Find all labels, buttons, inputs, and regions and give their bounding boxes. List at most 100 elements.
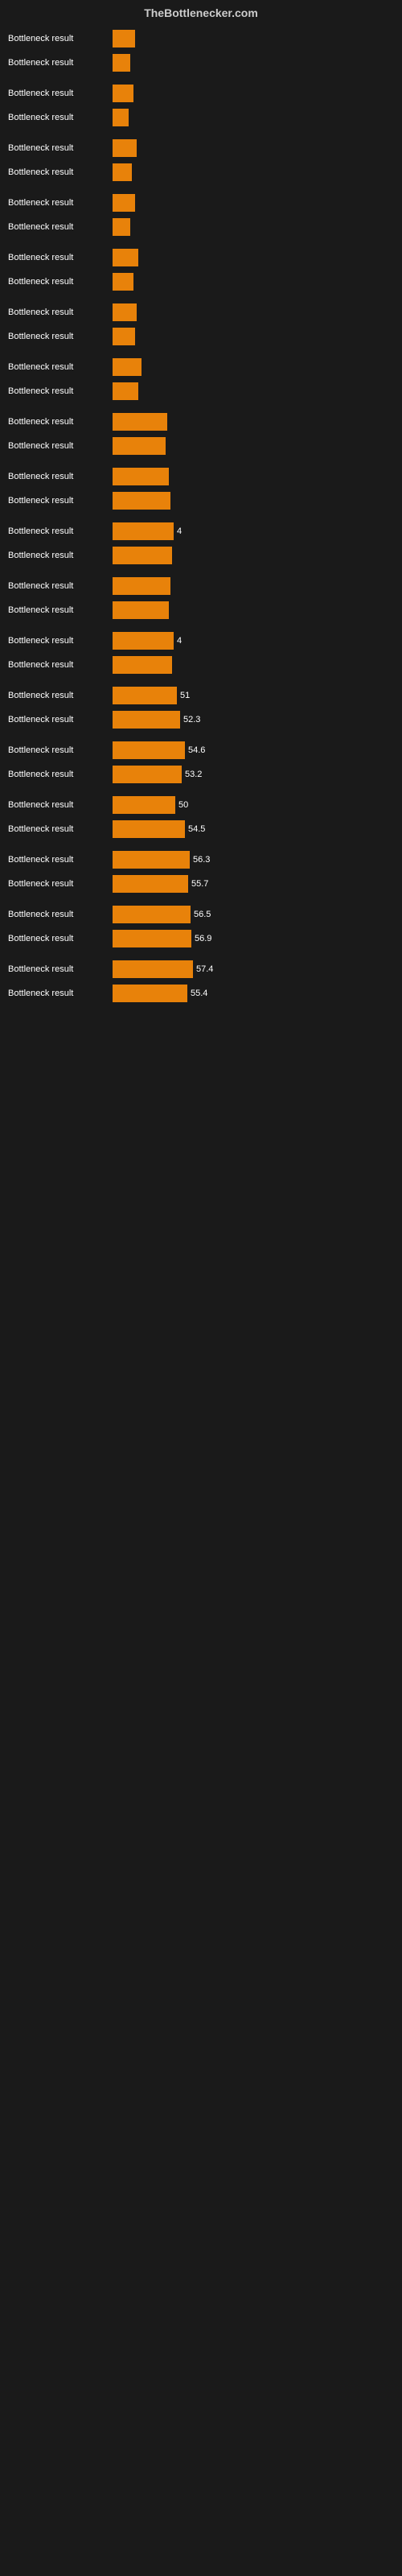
bar-row: Bottleneck result: [8, 411, 394, 433]
bar-fill: [113, 163, 132, 181]
bar-row: Bottleneck result4: [8, 630, 394, 652]
bar-fill: [113, 303, 137, 321]
bar-wrap: [113, 163, 394, 181]
bar-wrap: 56.3: [113, 851, 394, 869]
bar-wrap: [113, 547, 394, 564]
bar-row: Bottleneck result56.9: [8, 927, 394, 950]
bar-fill: [113, 328, 135, 345]
bar-row: Bottleneck result: [8, 356, 394, 378]
spacer: [8, 568, 394, 575]
page-wrapper: TheBottlenecker.com Bottleneck resultBot…: [0, 0, 402, 1018]
bar-fill: [113, 656, 172, 674]
bar-wrap: 55.4: [113, 985, 394, 1002]
bar-label: Bottleneck result: [8, 989, 113, 998]
bar-wrap: [113, 303, 394, 321]
bar-label: Bottleneck result: [8, 253, 113, 262]
bar-label: Bottleneck result: [8, 222, 113, 232]
spacer: [8, 952, 394, 958]
bar-label: Bottleneck result: [8, 770, 113, 779]
spacer: [8, 514, 394, 520]
bar-wrap: [113, 577, 394, 595]
spacer: [8, 240, 394, 246]
bar-label: Bottleneck result: [8, 308, 113, 317]
bar-label: Bottleneck result: [8, 386, 113, 396]
bar-wrap: [113, 468, 394, 485]
spacer: [8, 623, 394, 630]
bar-fill: [113, 468, 169, 485]
bar-wrap: [113, 249, 394, 266]
bar-wrap: [113, 601, 394, 619]
bar-wrap: [113, 139, 394, 157]
bar-fill: [113, 796, 175, 814]
bar-fill: [113, 820, 185, 838]
bar-fill: [113, 741, 185, 759]
bar-value: 56.3: [193, 855, 210, 865]
bar-fill: [113, 577, 170, 595]
bar-fill: [113, 358, 142, 376]
bar-label: Bottleneck result: [8, 417, 113, 427]
bar-fill: [113, 85, 133, 102]
bar-wrap: [113, 413, 394, 431]
bar-label: Bottleneck result: [8, 691, 113, 700]
bar-value: 57.4: [196, 964, 213, 974]
spacer: [8, 404, 394, 411]
bar-label: Bottleneck result: [8, 636, 113, 646]
bar-wrap: 54.5: [113, 820, 394, 838]
bar-fill: [113, 30, 135, 47]
spacer: [8, 1006, 394, 1013]
bar-wrap: 55.7: [113, 875, 394, 893]
bar-row: Bottleneck result: [8, 435, 394, 457]
bar-row: Bottleneck result: [8, 270, 394, 293]
bar-row: Bottleneck result: [8, 216, 394, 238]
bar-label: Bottleneck result: [8, 964, 113, 974]
spacer: [8, 733, 394, 739]
bar-fill: [113, 54, 130, 72]
spacer: [8, 787, 394, 794]
bar-label: Bottleneck result: [8, 167, 113, 177]
bar-row: Bottleneck result56.3: [8, 848, 394, 871]
bar-wrap: 57.4: [113, 960, 394, 978]
bar-wrap: 4: [113, 522, 394, 540]
bar-fill: [113, 632, 174, 650]
bar-wrap: [113, 85, 394, 102]
bar-row: Bottleneck result 57.4: [8, 958, 394, 980]
bar-label: Bottleneck result: [8, 824, 113, 834]
bar-wrap: [113, 656, 394, 674]
bar-fill: [113, 413, 167, 431]
bar-fill: [113, 906, 191, 923]
bar-value: 52.3: [183, 715, 200, 724]
bar-row: Bottleneck result: [8, 52, 394, 74]
bar-value: 54.5: [188, 824, 205, 834]
bar-label: Bottleneck result: [8, 58, 113, 68]
spacer: [8, 678, 394, 684]
spacer: [8, 295, 394, 301]
bar-wrap: 53.2: [113, 766, 394, 783]
bar-value: 53.2: [185, 770, 202, 779]
bar-wrap: [113, 218, 394, 236]
bar-label: Bottleneck result: [8, 89, 113, 98]
bar-value: 4: [177, 526, 182, 536]
bar-wrap: 51: [113, 687, 394, 704]
bar-label: Bottleneck result: [8, 34, 113, 43]
bar-fill: [113, 875, 188, 893]
bar-row: Bottleneck result: [8, 654, 394, 676]
bar-fill: [113, 382, 138, 400]
bar-label: Bottleneck result: [8, 362, 113, 372]
bar-row: Bottleneck result: [8, 380, 394, 402]
bar-fill: [113, 109, 129, 126]
chart-container: Bottleneck resultBottleneck resultBottle…: [0, 23, 402, 1018]
bar-wrap: [113, 30, 394, 47]
bar-row: Bottleneck result: [8, 465, 394, 488]
bar-label: Bottleneck result: [8, 113, 113, 122]
bar-label: Bottleneck result: [8, 660, 113, 670]
spacer: [8, 349, 394, 356]
bar-label: Bottleneck result: [8, 551, 113, 560]
bar-wrap: [113, 328, 394, 345]
bar-label: Bottleneck result: [8, 496, 113, 506]
bar-fill: [113, 522, 174, 540]
bar-wrap: [113, 358, 394, 376]
bar-label: Bottleneck result: [8, 800, 113, 810]
bar-label: Bottleneck result: [8, 934, 113, 943]
bar-row: Bottleneck result: [8, 137, 394, 159]
bar-wrap: 4: [113, 632, 394, 650]
